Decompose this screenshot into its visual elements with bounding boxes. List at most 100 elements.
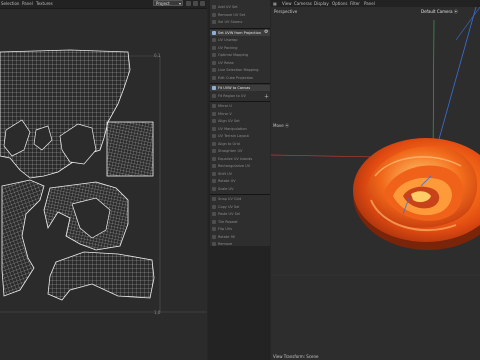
tool-item[interactable]: Remove bbox=[210, 241, 270, 247]
tool-icon bbox=[212, 219, 216, 224]
tool-icon bbox=[212, 126, 216, 131]
tool-item-label: UV Terrain Layout bbox=[218, 134, 249, 138]
menu-panel[interactable]: Panel bbox=[22, 1, 33, 6]
viewport-canvas[interactable] bbox=[271, 7, 480, 360]
tool-item-label: Rotate 90 bbox=[218, 234, 236, 239]
tool-icon bbox=[212, 234, 216, 239]
tool-icon bbox=[212, 30, 216, 35]
tool-item[interactable]: Align to Grid bbox=[210, 141, 270, 147]
toolbar-icon-a[interactable] bbox=[186, 1, 191, 6]
tool-item[interactable]: Copy UV Sel bbox=[210, 204, 270, 210]
menu-display[interactable]: Display bbox=[314, 1, 329, 6]
tool-item-label: UV Unwrap bbox=[218, 38, 238, 42]
tool-item[interactable]: Mirror U bbox=[210, 103, 270, 109]
camera-label[interactable]: Default Camera ⦿ bbox=[421, 9, 458, 15]
tool-icon bbox=[212, 242, 216, 246]
tool-item-label: Mirror V bbox=[218, 111, 232, 116]
tool-item-label: Snap UV Grid bbox=[218, 197, 242, 201]
tool-item[interactable]: Set UVW from Projection bbox=[210, 29, 270, 36]
tool-item[interactable]: UV Terrain Layout bbox=[210, 133, 270, 139]
tool-icon bbox=[212, 45, 216, 50]
tool-item-label: UV Packing bbox=[218, 45, 238, 50]
tool-icon bbox=[212, 186, 216, 191]
uv-editor-panel: Selection Panel Textures Project ▾ 0,1 1… bbox=[0, 0, 207, 360]
uv-tile-label-bottom: 1,0 bbox=[154, 310, 161, 315]
tool-item-label: Sel UV Seams bbox=[218, 20, 243, 24]
project-select-value: Project bbox=[156, 1, 170, 6]
tool-icon bbox=[212, 119, 216, 123]
uv-canvas[interactable] bbox=[0, 9, 207, 360]
tool-item-label: Add UV Set bbox=[218, 5, 238, 9]
tool-item[interactable]: Rotate 90 bbox=[210, 234, 270, 240]
axis-label: Move ⦿ bbox=[273, 123, 289, 128]
tool-item[interactable]: UV Unwrap bbox=[210, 37, 270, 43]
view-transform-label: View Transform: Scene bbox=[273, 354, 319, 359]
tool-item[interactable]: Mirror V bbox=[210, 111, 270, 117]
tool-item[interactable]: Snap UV Grid bbox=[210, 196, 270, 202]
tool-item[interactable]: Straighten UV bbox=[210, 148, 270, 154]
tool-item-label: UV Manipulation bbox=[218, 126, 247, 131]
tool-icon bbox=[212, 86, 216, 90]
menu-filter[interactable]: Filter bbox=[350, 1, 360, 6]
tool-item[interactable]: Sel UV Seams bbox=[210, 19, 270, 25]
tool-item[interactable]: Scale UV bbox=[210, 186, 270, 192]
viewport-layout-icon[interactable]: ▦ bbox=[273, 1, 277, 6]
tool-separator bbox=[210, 101, 270, 102]
tool-item-label: Align UV Set bbox=[218, 119, 240, 123]
project-select[interactable]: Project ▾ bbox=[153, 0, 183, 6]
tool-item[interactable]: Rectangularize UV bbox=[210, 163, 270, 169]
menu-panel[interactable]: Panel bbox=[364, 1, 375, 6]
tool-item-label: Equalize UV Islands bbox=[218, 156, 253, 161]
tool-item-label: Align to Grid bbox=[218, 141, 240, 146]
tool-item[interactable]: Fit UVW to Canvas bbox=[210, 85, 270, 91]
tool-icon bbox=[212, 111, 216, 116]
tool-item-label: Scale UV bbox=[218, 186, 234, 191]
tool-item-label: Fit Region to UV bbox=[218, 93, 246, 98]
tool-item-label: Copy UV Sel bbox=[218, 204, 240, 209]
add-icon[interactable]: ＋ bbox=[264, 93, 269, 100]
toolbar-icon-c[interactable] bbox=[200, 1, 205, 6]
rose-mesh[interactable] bbox=[353, 138, 480, 250]
menu-view[interactable]: View bbox=[282, 1, 292, 6]
viewport-view-label: Perspective bbox=[274, 9, 298, 14]
menu-textures[interactable]: Textures bbox=[36, 1, 53, 6]
tool-icon bbox=[212, 38, 216, 42]
tool-icon bbox=[212, 104, 216, 108]
tool-item-label: Rectangularize UV bbox=[218, 164, 251, 168]
menu-selection[interactable]: Selection bbox=[1, 1, 19, 6]
uv-island-strip bbox=[47, 251, 155, 301]
tool-item[interactable]: Edit Cube Projection bbox=[210, 75, 270, 81]
tool-item-label: Paste UV Sel bbox=[218, 212, 240, 216]
tool-item[interactable]: Remove UV Set bbox=[210, 12, 270, 18]
tool-icon bbox=[212, 197, 216, 201]
tool-item-label: UV Relax bbox=[218, 60, 234, 65]
tool-item-label: Straighten UV bbox=[218, 149, 243, 153]
tool-item-label: Set UVW from Projection bbox=[218, 30, 261, 35]
tool-item[interactable]: UV Relax bbox=[210, 60, 270, 66]
tool-item[interactable]: UV Packing bbox=[210, 45, 270, 51]
tool-item[interactable]: Shift UV bbox=[210, 171, 270, 177]
tool-item[interactable]: Flip UVs bbox=[210, 226, 270, 232]
menu-cameras[interactable]: Cameras bbox=[294, 1, 312, 6]
tool-item[interactable]: Paste UV Sel bbox=[210, 211, 270, 217]
uv-island-lower-left bbox=[1, 179, 45, 297]
toolbar-icon-b[interactable] bbox=[193, 1, 198, 6]
menu-options[interactable]: Options bbox=[332, 1, 347, 6]
tool-item[interactable]: Align UV Set bbox=[210, 118, 270, 124]
tool-item[interactable]: Tile Repeat bbox=[210, 219, 270, 225]
tool-item[interactable]: Fit Region to UV bbox=[210, 93, 270, 99]
tool-icon bbox=[212, 204, 216, 209]
tool-item[interactable]: UV Manipulation bbox=[210, 126, 270, 132]
tool-icon bbox=[212, 164, 216, 168]
tool-icon bbox=[212, 227, 216, 231]
tool-item[interactable]: Rotate UV bbox=[210, 178, 270, 184]
gear-icon[interactable]: ⚙ bbox=[264, 29, 268, 35]
tool-item[interactable]: Optimal Mapping bbox=[210, 52, 270, 58]
tool-item[interactable]: Live Selection Mapping bbox=[210, 67, 270, 73]
z-axis-line bbox=[435, 7, 477, 151]
tool-item-label: Mirror U bbox=[218, 104, 232, 108]
tool-item[interactable]: Equalize UV Islands bbox=[210, 156, 270, 162]
tool-icon bbox=[212, 171, 216, 176]
tool-item[interactable]: Add UV Set bbox=[210, 4, 270, 10]
tool-icon bbox=[212, 156, 216, 161]
